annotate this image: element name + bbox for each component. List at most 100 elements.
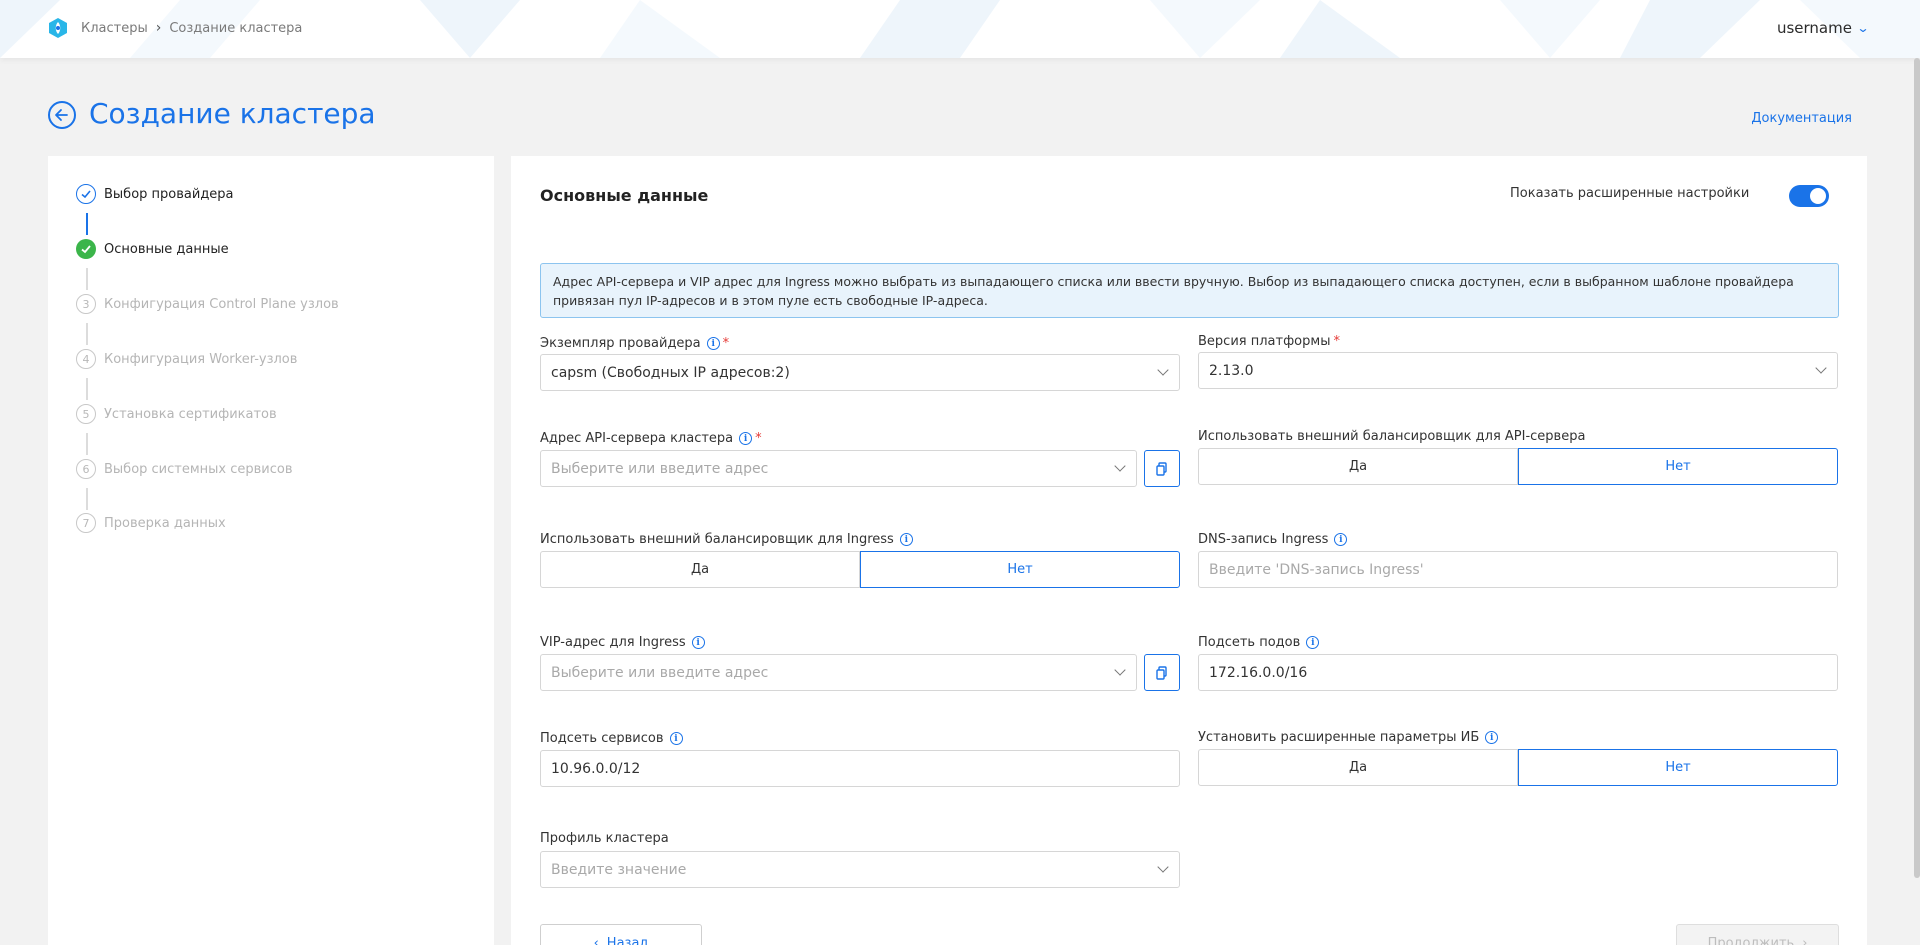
step-connector <box>86 378 88 400</box>
placeholder: Выберите или введите адрес <box>551 460 769 477</box>
cluster-profile-select[interactable]: Введите значение <box>540 851 1180 888</box>
step-connector <box>86 488 88 510</box>
step-basic-data[interactable]: Основные данные <box>76 239 229 259</box>
copy-icon <box>1156 665 1167 680</box>
next-button[interactable]: Продолжить › <box>1676 924 1839 945</box>
form-panel: Основные данные Показать расширенные нас… <box>511 156 1867 945</box>
security-params-no[interactable]: Нет <box>1518 749 1838 786</box>
info-icon[interactable]: i <box>706 337 720 350</box>
api-address-label: Адрес API-сервера кластера i * <box>540 431 762 446</box>
required-mark: * <box>1333 334 1340 349</box>
step-label: Конфигурация Control Plane узлов <box>104 296 339 312</box>
vip-ingress-combobox[interactable]: Выберите или введите адрес <box>540 654 1137 691</box>
breadcrumb: Кластеры › Создание кластера <box>81 20 302 36</box>
copy-api-address-button[interactable] <box>1144 450 1180 487</box>
required-mark: * <box>722 336 730 351</box>
ingress-balancer-no[interactable]: Нет <box>860 551 1180 588</box>
label-text: Экземпляр провайдера <box>540 336 701 351</box>
label-text: Адрес API-сервера кластера <box>540 431 734 446</box>
step-label: Основные данные <box>104 241 229 257</box>
chevron-down-icon <box>1114 460 1126 472</box>
api-balancer-no[interactable]: Нет <box>1518 448 1838 485</box>
placeholder: Выберите или введите адрес <box>551 664 769 681</box>
step-worker: 4 Конфигурация Worker-узлов <box>76 349 297 369</box>
select-value: capsm (Свободных IP адресов:2) <box>551 364 790 381</box>
info-icon[interactable]: i <box>739 432 753 445</box>
step-provider[interactable]: Выбор провайдера <box>76 184 234 204</box>
placeholder: Введите значение <box>551 861 687 878</box>
section-title: Основные данные <box>540 186 709 205</box>
ingress-balancer-yes[interactable]: Да <box>540 551 860 588</box>
pod-subnet-label: Подсеть подов i <box>1198 635 1320 650</box>
copy-icon <box>1156 461 1167 476</box>
ingress-balancer-toggle-group: Да Нет <box>540 551 1180 588</box>
stepper-panel: Выбор провайдера Основные данные 3 Конфи… <box>48 156 494 945</box>
provider-instance-select[interactable]: capsm (Свободных IP адресов:2) <box>540 354 1180 391</box>
step-connector <box>86 433 88 455</box>
platform-version-label: Версия платформы * <box>1198 334 1340 349</box>
top-bar: Кластеры › Создание кластера username ⌄ <box>0 0 1920 58</box>
page-title: Создание кластера <box>89 97 376 130</box>
breadcrumb-clusters[interactable]: Кластеры <box>81 21 148 36</box>
info-icon[interactable]: i <box>669 732 683 745</box>
copy-vip-address-button[interactable] <box>1144 654 1180 691</box>
placeholder: Введите 'DNS-запись Ingress' <box>1209 561 1424 578</box>
ingress-balancer-label: Использовать внешний балансировщик для I… <box>540 532 913 547</box>
arrow-left-icon <box>55 109 68 121</box>
step-control-plane: 3 Конфигурация Control Plane узлов <box>76 294 339 314</box>
label-text: Подсеть подов <box>1198 635 1301 650</box>
next-button-label: Продолжить <box>1707 936 1795 945</box>
info-icon[interactable]: i <box>691 636 705 649</box>
page-scrollbar[interactable] <box>1914 58 1920 878</box>
user-menu[interactable]: username ⌄ <box>1776 19 1870 37</box>
step-number: 7 <box>76 513 96 533</box>
info-icon[interactable]: i <box>1485 731 1499 744</box>
platform-version-select[interactable]: 2.13.0 <box>1198 352 1838 389</box>
label-text: Подсеть сервисов <box>540 731 664 746</box>
step-connector <box>86 268 88 290</box>
step-label: Установка сертификатов <box>104 406 277 422</box>
api-address-combobox[interactable]: Выберите или введите адрес <box>540 450 1137 487</box>
back-arrow-button[interactable] <box>48 101 76 129</box>
check-filled-icon <box>76 239 96 259</box>
required-mark: * <box>755 431 762 446</box>
back-button[interactable]: ‹ Назад <box>540 924 702 945</box>
chevron-down-icon <box>1157 861 1169 873</box>
step-connector <box>86 323 88 345</box>
step-number: 6 <box>76 459 96 479</box>
logo-icon[interactable] <box>46 16 70 40</box>
chevron-down-icon: ⌄ <box>1856 21 1870 35</box>
step-label: Конфигурация Worker-узлов <box>104 351 298 367</box>
dns-ingress-label: DNS-запись Ingress i <box>1198 532 1348 547</box>
step-label: Выбор системных сервисов <box>104 461 293 477</box>
pod-subnet-input[interactable]: 172.16.0.0/16 <box>1198 654 1838 691</box>
provider-instance-label: Экземпляр провайдера i * <box>540 336 729 351</box>
api-balancer-yes[interactable]: Да <box>1198 448 1518 485</box>
input-value: 172.16.0.0/16 <box>1209 664 1308 681</box>
step-number: 5 <box>76 404 96 424</box>
step-certificates: 5 Установка сертификатов <box>76 404 277 424</box>
api-balancer-toggle-group: Да Нет <box>1198 448 1838 485</box>
label-text: Версия платформы <box>1198 334 1331 349</box>
advanced-settings-toggle[interactable] <box>1789 185 1829 207</box>
chevron-right-icon: › <box>155 20 162 36</box>
chevron-down-icon <box>1815 362 1827 374</box>
back-button-label: Назад <box>606 936 649 945</box>
input-value: 10.96.0.0/12 <box>551 760 641 777</box>
security-params-yes[interactable]: Да <box>1198 749 1518 786</box>
step-label: Выбор провайдера <box>104 186 234 202</box>
chevron-down-icon <box>1157 364 1169 376</box>
info-icon[interactable]: i <box>899 533 913 546</box>
security-params-label: Установить расширенные параметры ИБ i <box>1198 730 1499 745</box>
check-circle-icon <box>76 184 96 204</box>
info-icon[interactable]: i <box>1334 533 1348 546</box>
dns-ingress-input[interactable]: Введите 'DNS-запись Ingress' <box>1198 551 1838 588</box>
info-icon[interactable]: i <box>1306 636 1320 649</box>
service-subnet-input[interactable]: 10.96.0.0/12 <box>540 750 1180 787</box>
documentation-link[interactable]: Документация <box>1751 111 1852 126</box>
label-text: VIP-адрес для Ingress <box>540 635 686 650</box>
vip-ingress-label: VIP-адрес для Ingress i <box>540 635 705 650</box>
username: username <box>1776 19 1852 37</box>
chevron-left-icon: ‹ <box>593 936 599 945</box>
api-balancer-label: Использовать внешний балансировщик для A… <box>1198 429 1586 444</box>
